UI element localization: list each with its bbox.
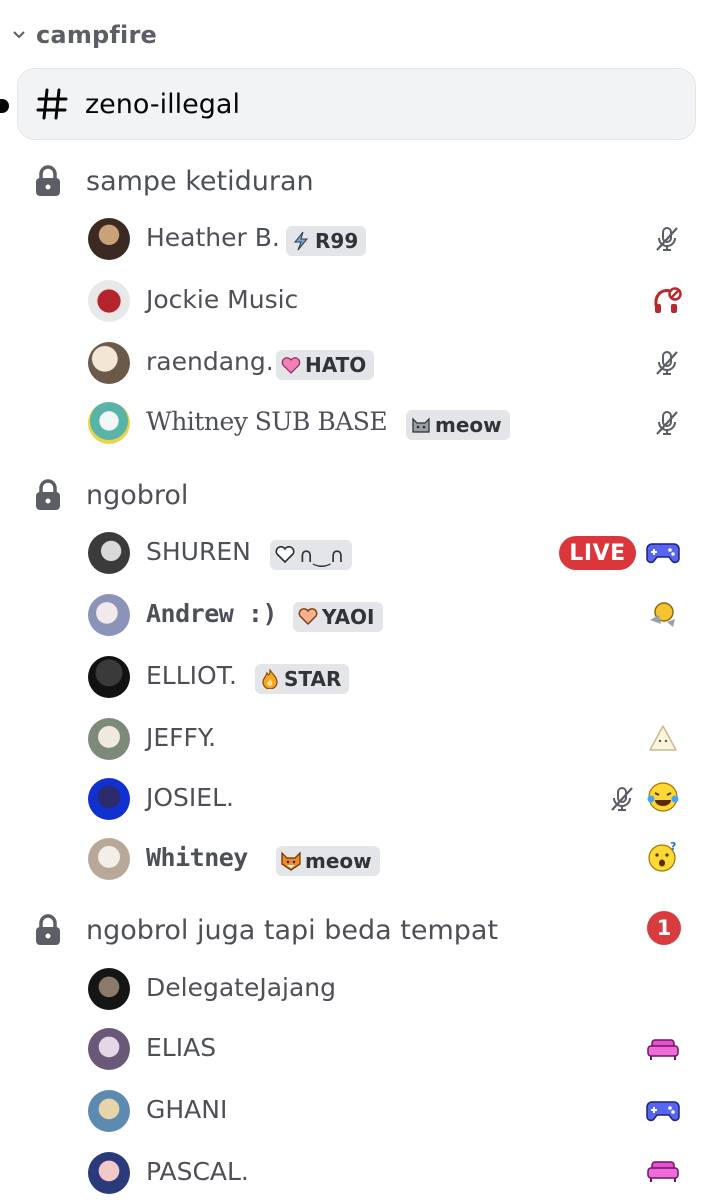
member-name: DelegateJajang: [146, 973, 337, 1002]
server-tag-label: R99: [315, 229, 359, 253]
mic-muted-icon: [650, 222, 684, 256]
mic-muted-icon: [650, 346, 684, 380]
member-elias[interactable]: ELIAS: [88, 1024, 688, 1072]
voice-channel-label: ngobrol: [86, 479, 189, 511]
member-name: JEFFY.: [146, 723, 217, 752]
heart-icon: [280, 354, 302, 376]
fox-icon: [280, 850, 302, 872]
voice-channel-label: ngobrol juga tapi beda tempat: [86, 914, 499, 946]
channel-label: zeno-illegal: [85, 88, 240, 120]
voice-channel-sampe-ketiduran[interactable]: sampe ketiduran: [32, 156, 314, 206]
server-tag: meow: [276, 846, 380, 876]
server-tag-label: HATO: [305, 353, 367, 377]
live-badge[interactable]: LIVE: [559, 536, 636, 570]
voice-channel-ngobrol[interactable]: ngobrol: [32, 470, 188, 520]
onigiri-activity-icon: [646, 722, 680, 756]
server-tag: HATO: [276, 350, 375, 380]
member-heather[interactable]: Heather B. R99: [88, 214, 688, 262]
avatar: [88, 1090, 130, 1132]
avatar: [88, 594, 130, 636]
hushed-emoji-icon: ?: [646, 840, 680, 874]
server-tag: YAOI: [293, 602, 383, 632]
server-tag-label: ∩‿∩: [299, 543, 345, 567]
member-whitney[interactable]: Whitney meow ?: [88, 834, 688, 882]
member-name: SHUREN: [146, 537, 251, 566]
member-name: JOSIEL.: [146, 783, 234, 812]
channel-zeno-illegal[interactable]: zeno-illegal: [17, 68, 696, 140]
server-tag-label: STAR: [284, 667, 342, 691]
member-name: Heather B.: [146, 223, 280, 252]
member-jeffy[interactable]: JEFFY.: [88, 714, 688, 762]
avatar: [88, 532, 130, 574]
unread-indicator: [0, 99, 9, 113]
member-name: Whitney: [146, 843, 248, 872]
member-delegatejajang[interactable]: DelegateJajang: [88, 964, 688, 1012]
member-name: Whitney SUB BASE: [146, 407, 388, 436]
couch-activity-icon: [646, 1032, 680, 1066]
headphones-deafened-icon: [650, 284, 684, 318]
category-label: campfire: [36, 21, 157, 49]
crying-laughing-emoji-icon: [646, 780, 680, 814]
member-jockie-music[interactable]: Jockie Music: [88, 276, 688, 324]
member-elliot[interactable]: ELLIOT. STAR: [88, 652, 688, 700]
member-whitney-sub-base[interactable]: Whitney SUB BASE meow: [88, 398, 688, 446]
avatar: [88, 218, 130, 260]
server-tag: ∩‿∩: [270, 540, 353, 570]
avatar: [88, 402, 130, 444]
member-andrew[interactable]: Andrew :) YAOI: [88, 590, 688, 638]
member-name: ELLIOT.: [146, 661, 237, 690]
flame-icon: [259, 668, 281, 690]
member-name: GHANI: [146, 1095, 228, 1124]
member-name: raendang.: [146, 347, 274, 376]
category-campfire[interactable]: campfire: [10, 18, 157, 52]
voice-channel-label: sampe ketiduran: [86, 165, 314, 197]
server-tag-label: meow: [435, 413, 502, 437]
member-josiel[interactable]: JOSIEL.: [88, 774, 688, 822]
server-tag-label: YAOI: [322, 605, 375, 629]
member-name: PASCAL.: [146, 1157, 249, 1186]
couch-activity-icon: [646, 1154, 680, 1188]
avatar: [88, 1152, 130, 1194]
member-name: ELIAS: [146, 1033, 217, 1062]
member-name: Andrew :): [146, 599, 277, 628]
avatar: [88, 718, 130, 760]
lock-icon: [36, 165, 60, 196]
lock-icon: [36, 479, 60, 510]
avatar: [88, 342, 130, 384]
member-shuren[interactable]: SHUREN ∩‿∩ LIVE: [88, 528, 688, 576]
avatar: [88, 838, 130, 880]
mention-badge: 1: [647, 911, 681, 945]
member-ghani[interactable]: GHANI: [88, 1086, 688, 1134]
server-tag-label: meow: [305, 849, 372, 873]
svg-text:?: ?: [670, 840, 676, 853]
cat-icon: [410, 414, 432, 436]
voice-channel-ngobrol-juga[interactable]: ngobrol juga tapi beda tempat: [32, 905, 498, 955]
chevron-down-icon: [10, 26, 28, 44]
gamepad-activity-icon: [646, 536, 680, 570]
heart-outline-icon: [274, 544, 296, 566]
member-pascal[interactable]: PASCAL.: [88, 1148, 688, 1196]
lightning-icon: [290, 230, 312, 252]
member-raendang[interactable]: raendang. HATO: [88, 338, 688, 386]
server-tag: R99: [286, 226, 367, 256]
mic-muted-icon: [605, 782, 639, 816]
mic-muted-icon: [650, 406, 684, 440]
server-tag: meow: [406, 410, 510, 440]
heart-icon: [297, 606, 319, 628]
lock-icon: [36, 914, 60, 945]
gamepad-activity-icon: [646, 1094, 680, 1128]
avatar: [88, 778, 130, 820]
server-tag: STAR: [255, 664, 350, 694]
member-name: Jockie Music: [146, 285, 299, 314]
avatar: [88, 1028, 130, 1070]
avatar: [88, 656, 130, 698]
avatar: [88, 968, 130, 1010]
sticker-activity-icon: [646, 598, 680, 632]
avatar: [88, 280, 130, 322]
hash-icon: [36, 88, 68, 120]
